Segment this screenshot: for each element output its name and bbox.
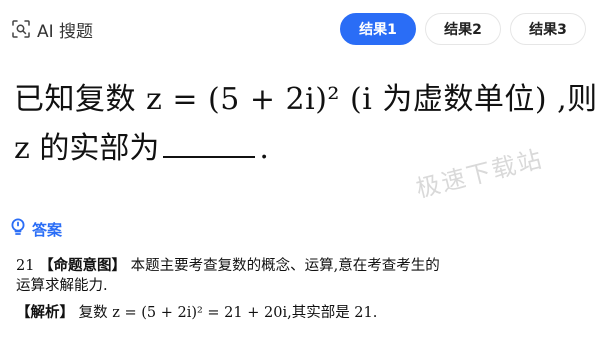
answer-row-3: 【解析】 复数 z = (5 + 2i)² = 21 + 20i,其实部是 21… bbox=[16, 302, 590, 324]
question-line-2-end: . bbox=[259, 131, 269, 166]
analysis-text: 复数 z = (5 + 2i)² = 21 + 20i,其实部是 21. bbox=[78, 305, 378, 321]
scan-icon bbox=[12, 20, 30, 38]
analysis-label: 【解析】 bbox=[16, 304, 74, 321]
answer-row-2: 运算求解能力. bbox=[16, 278, 108, 294]
result-tabs: 结果1 结果2 结果3 bbox=[340, 13, 586, 45]
answer-number: 21 bbox=[16, 258, 35, 274]
question-line-2-text: z 的实部为 bbox=[14, 131, 160, 166]
brand-label: AI 搜题 bbox=[37, 21, 94, 42]
question-line-1: 已知复数 z = (5 + 2i)² (i 为虚数单位) ,则 bbox=[14, 82, 598, 117]
tab-result-2[interactable]: 结果2 bbox=[425, 13, 501, 45]
question-image: 已知复数 z = (5 + 2i)² (i 为虚数单位) ,则 z 的实部为. bbox=[14, 76, 598, 172]
brand: AI 搜题 bbox=[12, 16, 93, 42]
intent-text: 本题主要考查复数的概念、运算,意在考查考生的 bbox=[130, 258, 440, 274]
lightbulb-icon bbox=[10, 218, 26, 240]
tab-result-3[interactable]: 结果3 bbox=[510, 13, 586, 45]
answer-title: 答案 bbox=[32, 220, 63, 239]
answer-row-1: 21 【命题意图】 本题主要考查复数的概念、运算,意在考查考生的 bbox=[16, 256, 590, 276]
intent-label: 【命题意图】 bbox=[39, 257, 127, 274]
answer-blank bbox=[163, 134, 256, 158]
answer-image: 21 【命题意图】 本题主要考查复数的概念、运算,意在考查考生的 运算求解能力.… bbox=[16, 256, 590, 324]
question-line-2: z 的实部为. bbox=[14, 126, 590, 172]
tab-result-1[interactable]: 结果1 bbox=[340, 13, 416, 45]
top-bar: AI 搜题 结果1 结果2 结果3 bbox=[0, 0, 600, 58]
answer-header: 答案 bbox=[10, 218, 62, 240]
